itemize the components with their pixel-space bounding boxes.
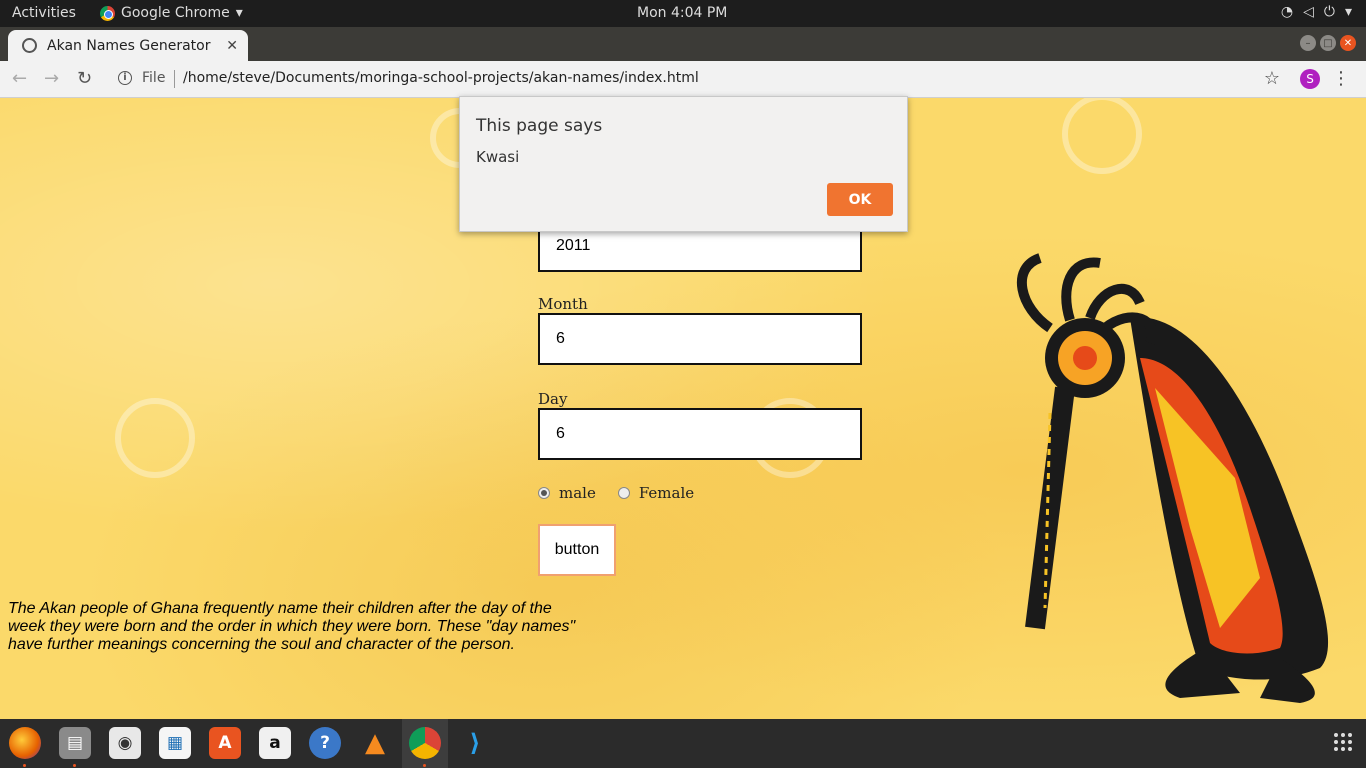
alert-message: Kwasi <box>476 148 520 166</box>
background-swirl <box>115 398 195 478</box>
gender-radio-group: male Female <box>538 484 716 502</box>
window-controls: – □ ✕ <box>1300 35 1356 51</box>
browser-toolbar: ← → ↻ i File /home/steve/Documents/morin… <box>0 61 1366 98</box>
software-icon[interactable]: A <box>209 727 241 759</box>
bookmark-star-icon[interactable]: ☆ <box>1264 68 1280 89</box>
tab-title: Akan Names Generator <box>47 37 211 54</box>
profile-avatar[interactable]: S <box>1300 69 1320 89</box>
reload-button[interactable]: ↻ <box>77 68 92 89</box>
chevron-down-icon: ▾ <box>235 5 243 21</box>
globe-icon <box>22 38 37 53</box>
kokopelli-illustration <box>1017 253 1329 703</box>
writer-icon[interactable]: ▦ <box>159 727 191 759</box>
running-indicator <box>23 764 26 767</box>
back-button[interactable]: ← <box>12 68 27 89</box>
chrome-icon[interactable] <box>409 727 441 759</box>
minimize-button[interactable]: – <box>1300 35 1316 51</box>
amazon-icon[interactable]: a <box>259 727 291 759</box>
address-bar[interactable]: /home/steve/Documents/moringa-school-pro… <box>183 70 699 86</box>
system-tray[interactable]: ◔ ◁ ⏻ ▾ <box>1281 4 1352 20</box>
close-tab-icon[interactable]: ✕ <box>226 38 238 54</box>
tab-akan-names[interactable]: Akan Names Generator ✕ <box>8 30 248 61</box>
power-icon: ⏻ <box>1323 4 1335 20</box>
rhythmbox-icon[interactable]: ◉ <box>109 727 141 759</box>
chevron-down-icon: ▾ <box>1344 4 1352 20</box>
vscode-icon[interactable]: ⟩ <box>459 727 491 759</box>
month-input[interactable] <box>538 313 862 365</box>
radio-male[interactable] <box>538 487 550 499</box>
show-applications-button[interactable] <box>1334 733 1352 751</box>
activities-button[interactable]: Activities <box>12 5 76 21</box>
radio-female-label: Female <box>638 484 695 502</box>
volume-icon: ◁ <box>1303 4 1314 20</box>
scheme-label: File <box>142 70 166 86</box>
alert-ok-button[interactable]: OK <box>827 183 893 216</box>
day-input[interactable] <box>538 408 862 460</box>
maximize-button[interactable]: □ <box>1320 35 1336 51</box>
firefox-icon[interactable] <box>9 727 41 759</box>
app-menu[interactable]: Google Chrome ▾ <box>100 5 243 21</box>
submit-button[interactable]: button <box>538 524 616 576</box>
app-menu-label: Google Chrome <box>121 5 230 21</box>
running-indicator <box>73 764 76 767</box>
month-label: Month <box>538 295 588 313</box>
alert-dialog: This page says Kwasi OK <box>459 96 908 232</box>
wifi-icon: ◔ <box>1280 4 1294 20</box>
close-window-button[interactable]: ✕ <box>1340 35 1356 51</box>
address-separator <box>174 70 175 88</box>
background-swirl <box>1062 98 1142 174</box>
radio-male-label: male <box>559 484 596 502</box>
day-label: Day <box>538 390 568 408</box>
running-indicator <box>423 764 426 767</box>
chrome-icon <box>100 5 115 21</box>
alert-title: This page says <box>476 116 603 136</box>
system-top-bar: Activities Google Chrome ▾ Mon 4:04 PM ◔… <box>0 0 1366 27</box>
vlc-icon[interactable]: ▲ <box>359 727 391 759</box>
menu-kebab-icon[interactable]: ⋮ <box>1332 68 1350 89</box>
forward-button[interactable]: → <box>44 68 59 89</box>
clock[interactable]: Mon 4:04 PM <box>637 5 727 21</box>
files-icon[interactable]: ▤ <box>59 727 91 759</box>
tab-strip: Akan Names Generator ✕ + – □ ✕ <box>0 27 1366 81</box>
radio-female[interactable] <box>617 487 630 499</box>
help-icon[interactable]: ? <box>309 727 341 759</box>
info-icon[interactable]: i <box>118 71 132 85</box>
dock: ▤ ◉ ▦ A a ? ▲ ⟩ <box>0 719 1366 768</box>
intro-paragraph: The Akan people of Ghana frequently name… <box>8 600 576 653</box>
